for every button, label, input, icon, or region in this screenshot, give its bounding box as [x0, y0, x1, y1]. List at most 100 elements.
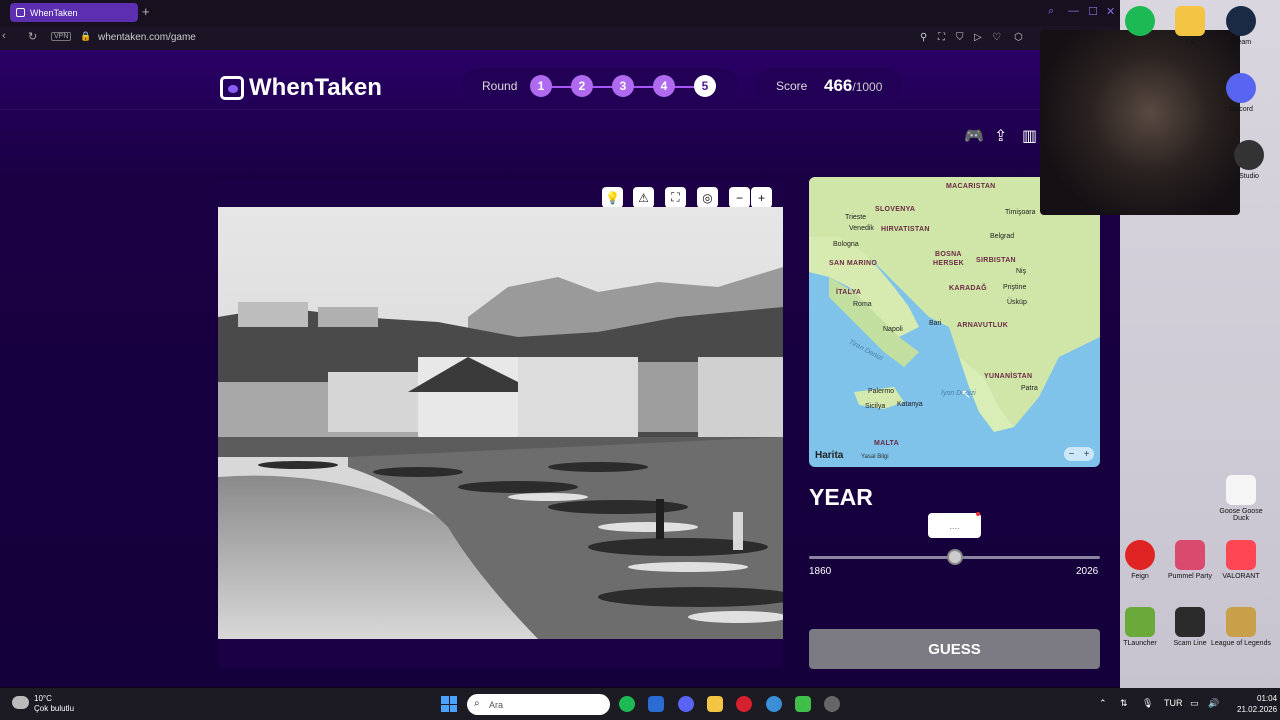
feign-label: Feign [1131, 573, 1149, 580]
browser-tab[interactable]: WhenTaken [10, 3, 138, 22]
map-city-katanya: Katanya [897, 401, 923, 408]
weather-cloud-icon[interactable] [12, 696, 29, 709]
windows-taskbar: 10°C Çok bulutlu ⌕ Ara ⌃ ⇅ 🎙 TUR ▭ 🔊 01:… [0, 688, 1280, 720]
year-title: YEAR [809, 484, 873, 510]
shield-icon[interactable]: ⛉ [956, 32, 964, 43]
map-label-italya: İTALYA [836, 289, 862, 296]
map-label-macaristan: MACARISTAN [946, 183, 996, 190]
tray-network-icon[interactable]: ⇅ [1120, 698, 1128, 709]
map-label-malta: MALTA [874, 440, 899, 447]
windows-start-icon[interactable] [441, 696, 457, 712]
stats-icon[interactable]: ▥ [1022, 126, 1037, 146]
score-indicator: Score 466/1000 [756, 68, 902, 104]
desktop-icon-valorant[interactable]: VALORANT [1211, 540, 1271, 580]
map-brand: Harita [815, 450, 844, 461]
vpn-badge[interactable]: VPN [51, 32, 72, 41]
taskbar-obs-icon[interactable] [824, 696, 840, 712]
steam-label: Steam [1230, 39, 1252, 46]
round-dot-3: 3 [612, 75, 634, 97]
taskbar-steam-icon[interactable] [766, 696, 782, 712]
map-city-bari: Bari [929, 320, 942, 327]
game-header: WhenTaken Round 1 2 3 4 5 Score 466/1000 [0, 60, 1120, 110]
taskbar-search[interactable]: ⌕ Ara [467, 694, 610, 715]
taskbar-opera-icon[interactable] [736, 696, 752, 712]
map-city-timisoara: Timişoara [1005, 209, 1036, 216]
taskbar-game-icon[interactable] [795, 696, 811, 712]
new-tab-button[interactable]: + [142, 4, 150, 19]
map-label-arnavutluk: ARNAVUTLUK [957, 322, 1009, 329]
webcam-overlay [1040, 30, 1240, 215]
map-city-bologna: Bologna [833, 241, 859, 248]
calendar-logo-icon [220, 76, 244, 100]
studio-label: Studio [1239, 173, 1259, 180]
maximize-icon[interactable]: ☐ [1088, 5, 1098, 18]
zoom-in-button[interactable]: + [751, 187, 772, 208]
round-indicator: Round 1 2 3 4 5 [462, 68, 738, 104]
share-icon[interactable]: ⇪ [994, 126, 1007, 146]
heart-icon[interactable]: ♡ [992, 32, 1001, 43]
tray-chevron-icon[interactable]: ⌃ [1099, 698, 1107, 709]
map-legal-link[interactable]: Yasal Bilgi [861, 454, 889, 460]
desktop-icon-goose-goose-duck[interactable]: Goose Goose Duck [1211, 475, 1271, 522]
guess-button[interactable]: GUESS [809, 629, 1100, 669]
discord-label: Discord [1229, 106, 1253, 113]
fullscreen-icon[interactable]: ⛶ [665, 187, 686, 208]
map-city-roma: Roma [853, 301, 872, 308]
map-zoom-in-button[interactable]: + [1084, 449, 1090, 460]
map-city-patra: Patra [1021, 385, 1038, 392]
minimize-icon[interactable]: — [1068, 5, 1079, 17]
scamline-label: Scam Line [1173, 640, 1207, 647]
desktop-icon-studio[interactable]: Studio [1219, 140, 1279, 180]
lock-icon: 🔒 [80, 31, 92, 41]
taskbar-mail-icon[interactable] [648, 696, 664, 712]
extensions-icon[interactable]: ⬡ [1014, 32, 1023, 43]
desktop-icon-steam[interactable]: Steam [1211, 6, 1271, 46]
hint-bulb-icon[interactable]: 💡 [602, 187, 623, 208]
year-slider-min: 1860 [809, 566, 832, 577]
tray-monitor-icon[interactable]: ▭ [1190, 698, 1199, 709]
crop-icon[interactable]: ⛶ [938, 32, 945, 43]
pin-icon[interactable]: ⚲ [920, 32, 927, 43]
map-label-slovenya: SLOVENYA [875, 206, 916, 213]
report-warning-icon[interactable]: ⚠ [633, 187, 654, 208]
taskbar-clock[interactable]: 01:04 21.02.2026 [1237, 693, 1277, 715]
year-slider-max: 2026 [1076, 566, 1099, 577]
reload-icon[interactable]: ↻ [28, 30, 37, 43]
map-label-hirvatistan: HIRVATISTAN [881, 226, 930, 233]
whentaken-logo[interactable]: WhenTaken [220, 74, 382, 102]
tab-title: WhenTaken [30, 7, 78, 18]
map-city-belgrad: Belgrad [990, 233, 1015, 240]
tray-volume-icon[interactable]: 🔊 [1208, 698, 1219, 709]
map-city-venedik: Venedik [849, 225, 874, 232]
round-dot-4: 4 [653, 75, 675, 97]
valorant-label: VALORANT [1222, 573, 1260, 580]
taskbar-discord-icon[interactable] [678, 696, 694, 712]
game-photo[interactable] [218, 207, 783, 639]
url-field[interactable]: whentaken.com/game [98, 32, 196, 43]
tray-language[interactable]: TUR [1164, 698, 1183, 708]
weather-temp: 10°C [34, 694, 52, 703]
year-slider-thumb[interactable] [946, 549, 963, 565]
back-icon[interactable]: ‹ [2, 30, 6, 42]
focus-icon[interactable]: ◎ [697, 187, 718, 208]
tray-mic-icon[interactable]: 🎙 [1142, 698, 1153, 709]
map-label-yunanistan: YUNANİSTAN [984, 373, 1033, 380]
clock-date: 21.02.2026 [1237, 705, 1278, 714]
browser-tabbar: WhenTaken + ⌕ — ☐ ✕ [0, 0, 1280, 26]
map-zoom-out-button[interactable]: − [1069, 449, 1075, 460]
clock-time: 01:04 [1257, 694, 1278, 703]
play-icon[interactable]: ▷ [974, 32, 982, 43]
guess-map[interactable]: MACARISTAN SLOVENYA HIRVATISTAN SAN MARI… [809, 177, 1100, 467]
zoom-out-button[interactable]: − [729, 187, 750, 208]
taskbar-explorer-icon[interactable] [707, 696, 723, 712]
desktop-icon-discord[interactable]: Discord [1211, 73, 1271, 113]
score-value: 466/1000 [824, 76, 882, 96]
round-dot-5: 5 [694, 75, 716, 97]
taskbar-spotify-icon[interactable] [619, 696, 635, 712]
search-icon[interactable]: ⌕ [1048, 5, 1054, 18]
desktop-icon-league-of-legends[interactable]: League of Legends [1211, 607, 1271, 647]
round-dot-2: 2 [571, 75, 593, 97]
gamepad-icon[interactable]: 🎮 [964, 126, 984, 146]
weather-widget[interactable]: 10°C Çok bulutlu [34, 694, 74, 714]
tlauncher-label: TLauncher [1123, 640, 1157, 647]
